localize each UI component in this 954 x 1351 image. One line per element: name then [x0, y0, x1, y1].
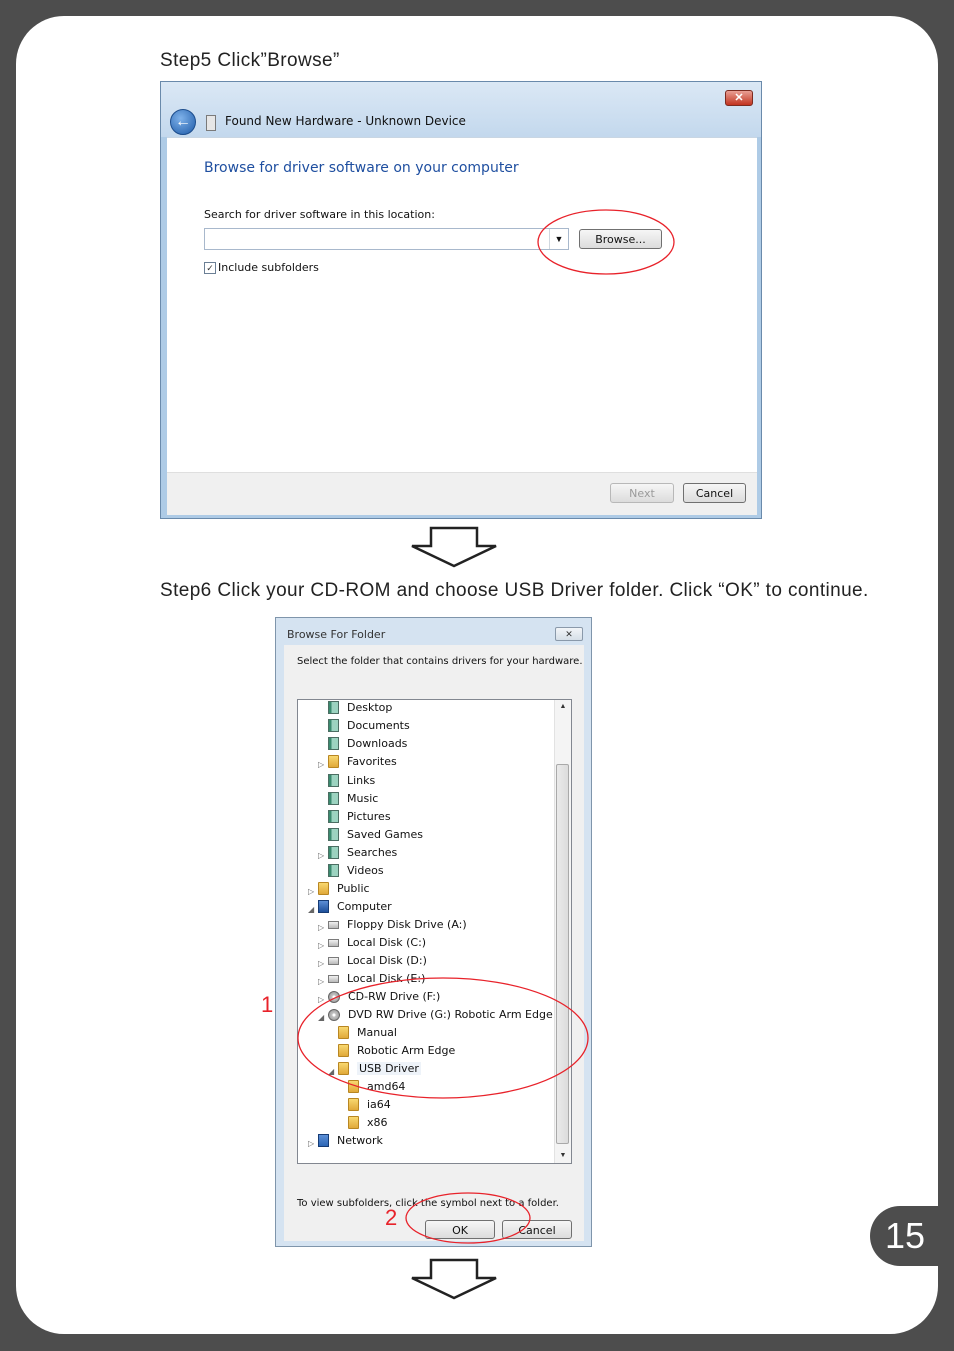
tree-item-selected[interactable]: USB Driver [338, 1062, 421, 1080]
annotation-number-1: 1 [261, 992, 274, 1017]
found-new-hardware-window: ← Found New Hardware - Unknown Device ✕ … [160, 81, 762, 519]
computer-icon [318, 900, 329, 913]
tree-item[interactable]: Floppy Disk Drive (A:) [328, 918, 467, 936]
tree-item[interactable]: Documents [328, 719, 410, 737]
tree-item[interactable]: Local Disk (D:) [328, 954, 427, 972]
cancel-button[interactable]: Cancel [683, 483, 746, 503]
hard-disk-icon [328, 939, 339, 947]
down-arrow-icon [411, 526, 497, 568]
tree-item[interactable]: Searches [328, 846, 397, 864]
scroll-up-icon[interactable]: ▲ [555, 700, 571, 714]
step5-caption: Step5 Click”Browse” [160, 50, 340, 71]
dialog-hint: To view subfolders, click the symbol nex… [297, 1198, 559, 1209]
folder-icon [338, 1026, 349, 1039]
tree-item[interactable]: x86 [348, 1116, 388, 1134]
network-icon [318, 1134, 329, 1147]
tree-item[interactable]: Music [328, 792, 378, 810]
path-combobox[interactable]: ▼ [204, 228, 569, 250]
window-title: Found New Hardware - Unknown Device [225, 114, 466, 128]
expand-arrow-icon[interactable]: ▷ [318, 851, 324, 860]
expand-arrow-icon[interactable]: ▷ [318, 959, 324, 968]
window-content: Browse for driver software on your compu… [167, 137, 757, 515]
tree-item[interactable]: Saved Games [328, 828, 423, 846]
expand-arrow-icon[interactable]: ▷ [318, 923, 324, 932]
dvd-drive-icon [328, 1009, 340, 1021]
back-arrow-icon[interactable]: ← [170, 109, 196, 135]
folder-icon [338, 1062, 349, 1075]
search-icon [328, 846, 339, 859]
include-subfolders-label: Include subfolders [218, 261, 319, 274]
close-button[interactable]: ✕ [555, 627, 583, 641]
tree-item[interactable]: Videos [328, 864, 384, 882]
cancel-button[interactable]: Cancel [502, 1220, 572, 1239]
step6-caption: Step6 Click your CD-ROM and choose USB D… [160, 580, 869, 601]
tree-item[interactable]: Links [328, 774, 375, 792]
vertical-scrollbar[interactable]: ▲ ▼ [554, 700, 571, 1163]
chevron-down-icon[interactable]: ▼ [549, 229, 568, 249]
folder-icon [348, 1080, 359, 1093]
folder-icon [348, 1116, 359, 1129]
library-icon [328, 737, 339, 750]
window-footer: Next Cancel [167, 472, 757, 515]
collapse-arrow-icon[interactable]: ◢ [318, 1013, 324, 1022]
collapse-arrow-icon[interactable]: ◢ [328, 1067, 334, 1076]
expand-arrow-icon[interactable]: ▷ [318, 941, 324, 950]
tree-item[interactable]: Local Disk (E:) [328, 972, 425, 990]
expand-arrow-icon[interactable]: ▷ [308, 887, 314, 896]
tree-item[interactable]: CD-RW Drive (F:) [328, 990, 440, 1008]
tree-item[interactable]: Desktop [328, 701, 392, 719]
tree-item[interactable]: DVD RW Drive (G:) Robotic Arm Edge [328, 1008, 553, 1026]
scroll-down-icon[interactable]: ▼ [555, 1149, 571, 1163]
dialog-body: Select the folder that contains drivers … [284, 645, 584, 1241]
include-subfolders-checkbox[interactable]: ✓ [204, 262, 216, 274]
tree-item[interactable]: Public [318, 882, 370, 900]
tree-item[interactable]: Computer [318, 900, 392, 918]
window-titlebar: ← Found New Hardware - Unknown Device ✕ [161, 82, 761, 137]
dialog-instruction: Select the folder that contains drivers … [297, 656, 583, 667]
folder-icon [338, 1044, 349, 1057]
folder-tree[interactable]: Desktop Documents Downloads ▷ Favorites … [297, 699, 572, 1164]
device-icon [206, 115, 216, 131]
cd-drive-icon [328, 991, 340, 1003]
expand-arrow-icon[interactable]: ▷ [308, 1139, 314, 1148]
tree-item[interactable]: Local Disk (C:) [328, 936, 426, 954]
close-button[interactable]: ✕ [725, 90, 753, 106]
star-folder-icon [328, 755, 339, 768]
tree-item[interactable]: Downloads [328, 737, 407, 755]
tree-item[interactable]: amd64 [348, 1080, 405, 1098]
tree-item[interactable]: Pictures [328, 810, 391, 828]
search-location-label: Search for driver software in this locat… [204, 208, 435, 221]
browse-for-folder-dialog: Browse For Folder ✕ Select the folder th… [275, 617, 592, 1247]
down-arrow-icon [411, 1258, 497, 1300]
tree-item[interactable]: Network [318, 1134, 383, 1152]
scroll-thumb[interactable] [556, 764, 569, 1144]
videos-icon [328, 864, 339, 877]
library-icon [328, 774, 339, 787]
tree-item[interactable]: Favorites [328, 755, 397, 773]
music-icon [328, 792, 339, 805]
page-heading: Browse for driver software on your compu… [204, 160, 519, 176]
hard-disk-icon [328, 957, 339, 965]
collapse-arrow-icon[interactable]: ◢ [308, 905, 314, 914]
tree-item[interactable]: Manual [338, 1026, 397, 1044]
annotation-number-2: 2 [385, 1205, 398, 1230]
expand-arrow-icon[interactable]: ▷ [318, 760, 324, 769]
library-icon [328, 719, 339, 732]
browse-button[interactable]: Browse... [579, 229, 662, 249]
ok-button[interactable]: OK [425, 1220, 495, 1239]
folder-icon [348, 1098, 359, 1111]
dialog-title: Browse For Folder [287, 628, 386, 641]
page-number: 15 [870, 1206, 954, 1266]
expand-arrow-icon[interactable]: ▷ [318, 995, 324, 1004]
folder-icon [318, 882, 329, 895]
hard-disk-icon [328, 975, 339, 983]
pictures-icon [328, 810, 339, 823]
library-icon [328, 701, 339, 714]
expand-arrow-icon[interactable]: ▷ [318, 977, 324, 986]
tree-item[interactable]: Robotic Arm Edge [338, 1044, 455, 1062]
games-icon [328, 828, 339, 841]
floppy-drive-icon [328, 921, 339, 929]
next-button[interactable]: Next [610, 483, 674, 503]
tree-item[interactable]: ia64 [348, 1098, 391, 1116]
